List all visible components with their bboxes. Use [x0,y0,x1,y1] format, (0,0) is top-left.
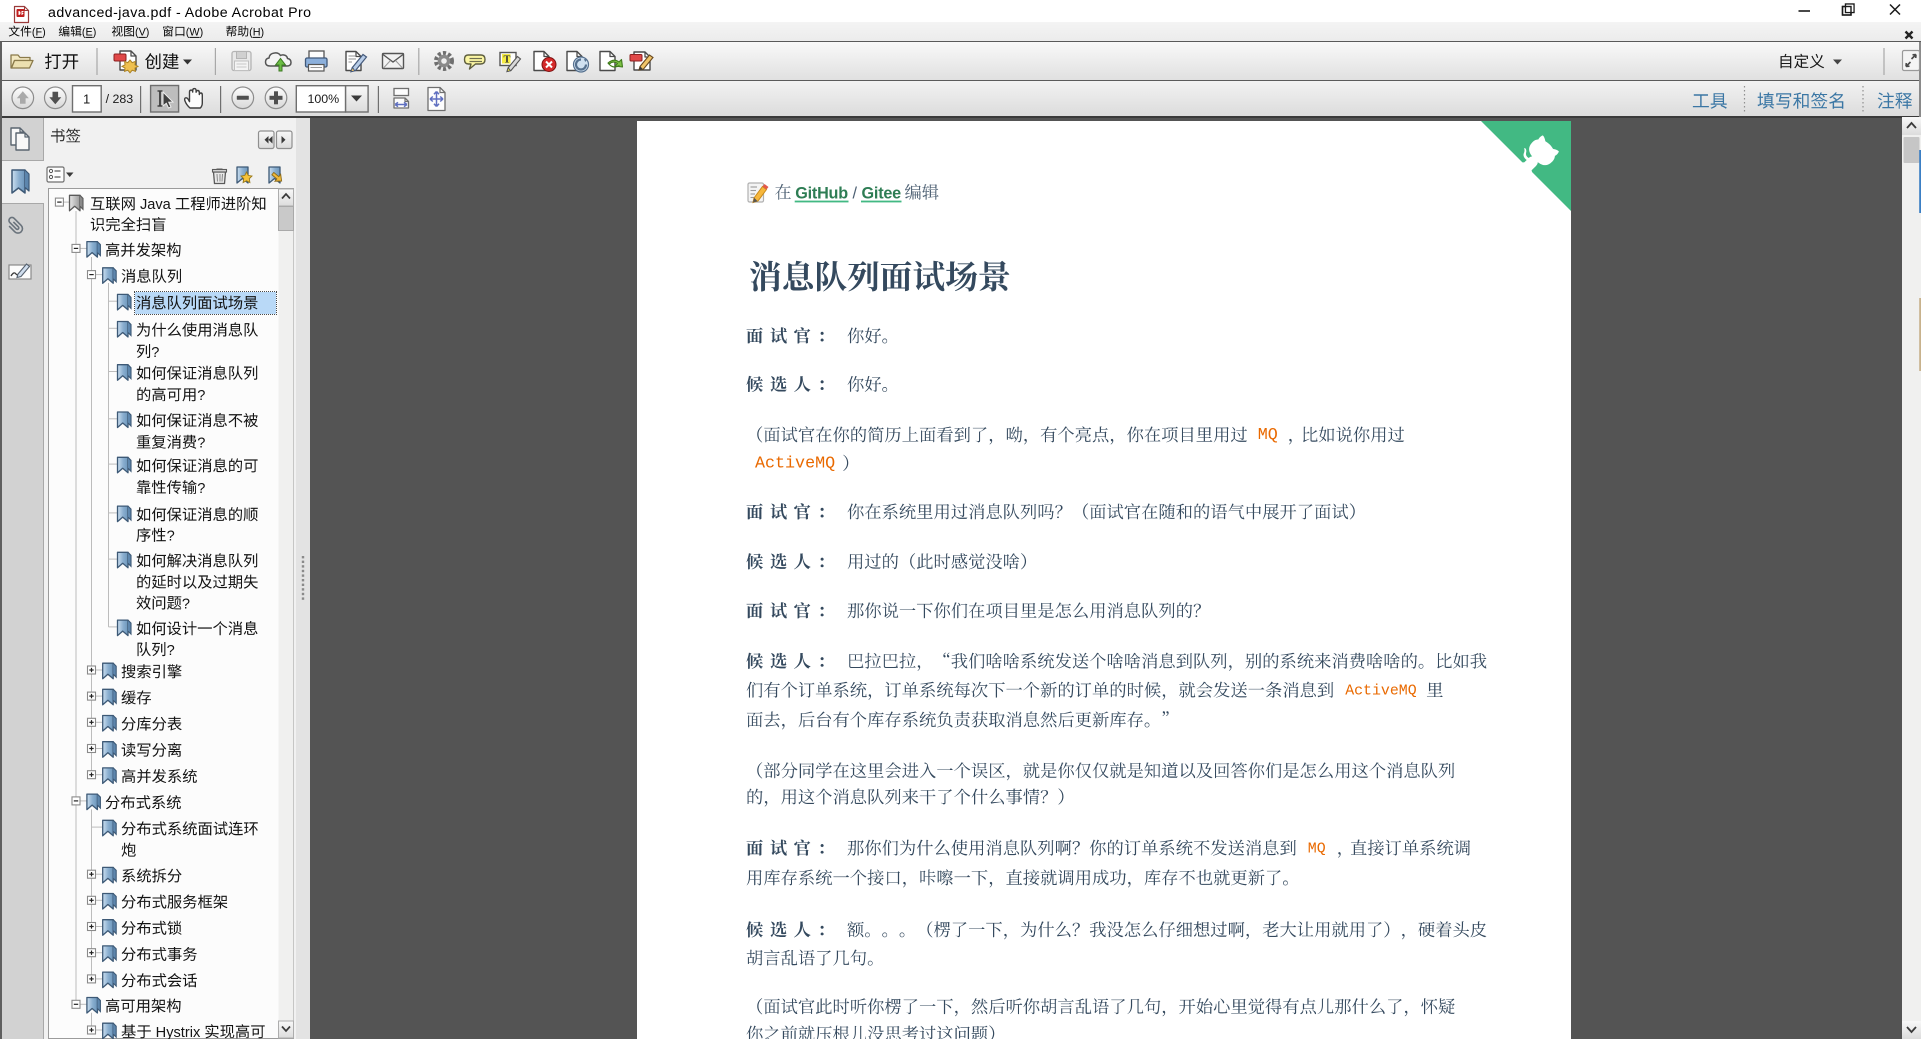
svg-text:100%: 100% [308,92,340,106]
svg-text:ActiveMQ: ActiveMQ [755,455,835,474]
svg-text:?: ? [167,643,175,659]
svg-text:GitHub: GitHub [795,184,848,202]
svg-text:?: ? [167,529,175,545]
svg-text:?: ? [197,436,205,452]
svg-text:(H): (H) [249,27,264,39]
svg-text:?: ? [151,345,159,361]
svg-text:(E): (E) [82,27,96,39]
svg-text:?: ? [197,481,205,497]
svg-text:MQ: MQ [1308,841,1326,857]
svg-text:/ 283: / 283 [106,92,134,106]
svg-text:?: ? [182,596,190,612]
svg-text:MQ: MQ [1258,426,1278,445]
svg-text:1: 1 [83,92,90,107]
svg-text:T: T [504,55,511,66]
svg-text:(V): (V) [135,27,149,39]
svg-text:Hystrix: Hystrix [152,1025,205,1039]
svg-text:(F): (F) [32,27,46,39]
svg-text:(W): (W) [186,27,203,39]
svg-text:?: ? [197,388,205,404]
svg-text:/: / [848,184,862,202]
svg-text:advanced-java.pdf - Adobe Acro: advanced-java.pdf - Adobe Acrobat Pro [48,5,312,21]
svg-text:ActiveMQ: ActiveMQ [1345,684,1417,700]
svg-text:Gitee: Gitee [862,184,902,202]
svg-text:Java: Java [136,197,175,213]
